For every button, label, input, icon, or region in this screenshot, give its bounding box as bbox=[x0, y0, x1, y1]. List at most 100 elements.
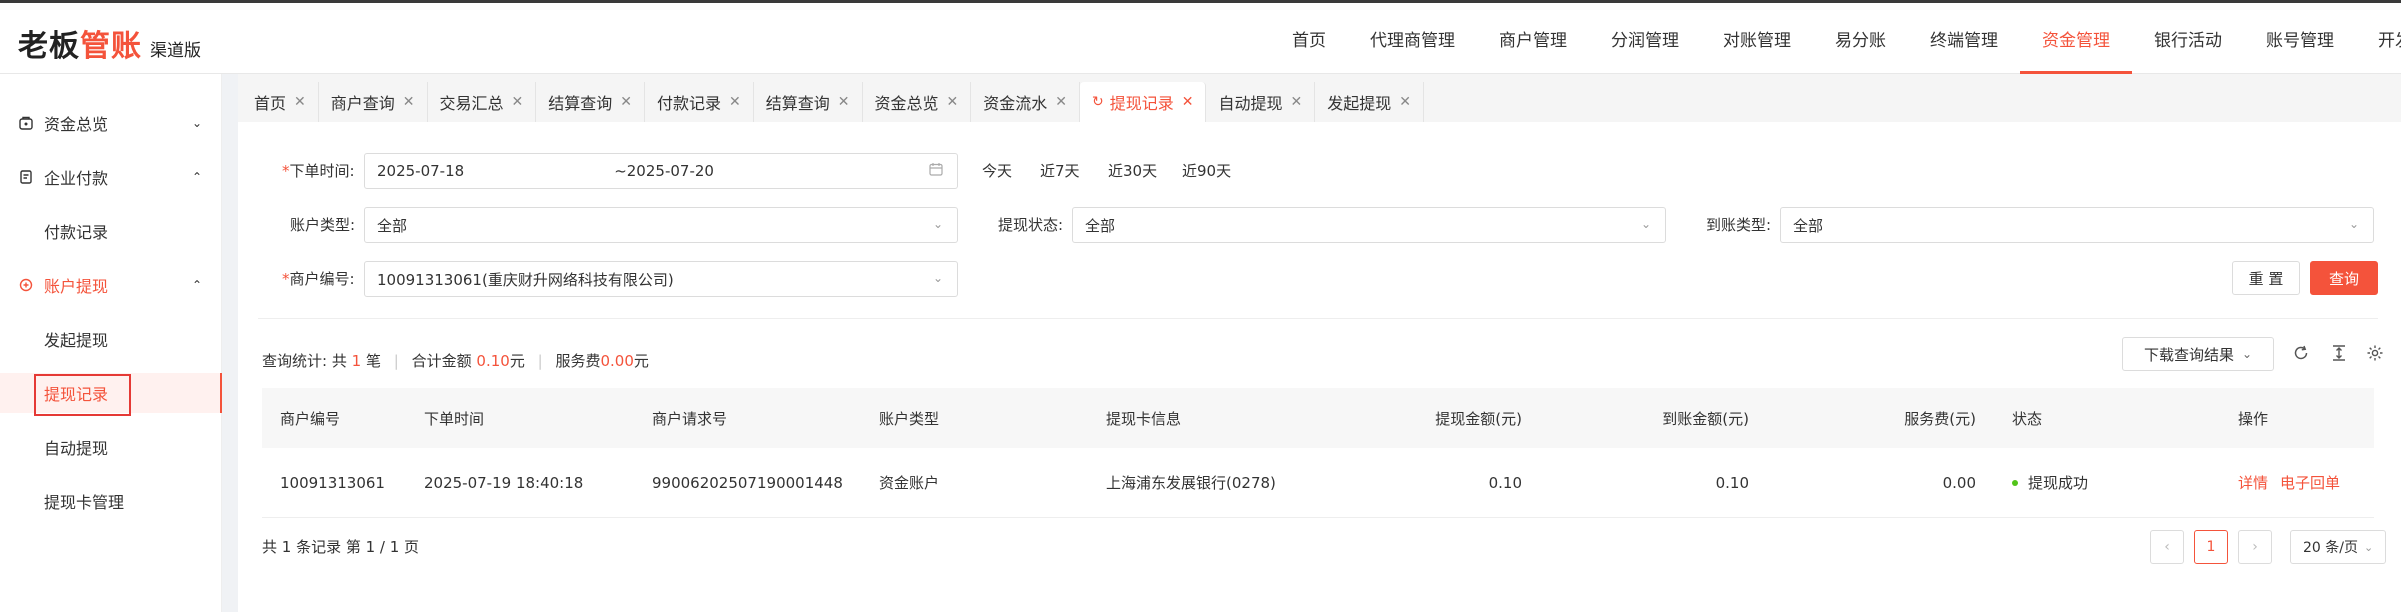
tab-label: 交易汇总 bbox=[439, 94, 504, 113]
close-icon[interactable]: ✕ bbox=[838, 94, 850, 110]
col-amount: 提现金额(元) bbox=[1435, 409, 1522, 428]
tab-label: 首页 bbox=[254, 94, 287, 113]
quick-30-days[interactable]: 近30天 bbox=[1108, 160, 1157, 181]
close-icon[interactable]: ✕ bbox=[620, 94, 632, 110]
tab-label: 自动提现 bbox=[1218, 94, 1283, 113]
reset-button[interactable]: 重 置 bbox=[2232, 261, 2300, 295]
chevron-down-icon: ⌄ bbox=[932, 217, 943, 231]
receipt-link[interactable]: 电子回单 bbox=[2280, 472, 2340, 493]
merchant-no-select[interactable]: 10091313061(重庆财升网络科技有限公司) ⌄ bbox=[364, 261, 958, 297]
topnav-fund[interactable]: 资金管理 bbox=[2020, 3, 2132, 74]
topnav-profit[interactable]: 分润管理 bbox=[1589, 3, 1701, 74]
sidebar-group-fund[interactable]: 资金总览 ⌄ bbox=[0, 103, 222, 143]
tab-fund-overview[interactable]: 资金总览 ✕ bbox=[863, 82, 972, 122]
top-nav: 首页 代理商管理 商户管理 分润管理 对账管理 易分账 终端管理 资金管理 银行… bbox=[1270, 3, 2401, 74]
table-row: 10091313061 2025-07-19 18:40:18 99006202… bbox=[262, 448, 2374, 518]
main-panel: *下单时间: 2025-07-18 ~ 2025-07-20 今天 近7天 近3… bbox=[238, 122, 2401, 612]
tab-fund-flow[interactable]: 资金流水 ✕ bbox=[971, 82, 1080, 122]
chevron-up-icon: ⌃ bbox=[191, 170, 202, 184]
tab-label: 资金总览 bbox=[874, 94, 939, 113]
prev-page-button[interactable]: ‹ bbox=[2150, 530, 2184, 564]
topnav-split[interactable]: 易分账 bbox=[1813, 3, 1908, 74]
close-icon[interactable]: ✕ bbox=[1291, 94, 1303, 110]
sidebar-item-auto-withdraw[interactable]: 自动提现 bbox=[0, 427, 222, 467]
tab-auto-withdraw[interactable]: 自动提现 ✕ bbox=[1206, 82, 1316, 122]
close-icon[interactable]: ✕ bbox=[403, 94, 415, 110]
topnav-terminal[interactable]: 终端管理 bbox=[1908, 3, 2020, 74]
sidebar-group-label: 资金总览 bbox=[44, 115, 109, 134]
arrival-type-select[interactable]: 全部 ⌄ bbox=[1780, 207, 2374, 243]
topnav-bank[interactable]: 银行活动 bbox=[2132, 3, 2244, 74]
topnav-account[interactable]: 账号管理 bbox=[2244, 3, 2356, 74]
download-label: 下载查询结果 bbox=[2143, 345, 2234, 364]
highlight-box bbox=[34, 374, 131, 416]
sidebar-item-withdraw-records[interactable]: 提现记录 bbox=[0, 373, 222, 416]
quick-90-days[interactable]: 近90天 bbox=[1182, 160, 1231, 181]
col-request-no: 商户请求号 bbox=[652, 409, 728, 428]
pagination-summary: 共 1 条记录 第 1 / 1 页 bbox=[262, 538, 420, 556]
quick-today[interactable]: 今天 bbox=[982, 160, 1012, 181]
arrival-type-label: 到账类型: bbox=[1706, 216, 1772, 234]
date-end: 2025-07-20 bbox=[626, 162, 714, 180]
column-height-icon[interactable] bbox=[2330, 344, 2348, 367]
brand-accent-text: 管账 bbox=[80, 29, 142, 64]
sidebar-group-withdraw[interactable]: 账户提现 ⌃ bbox=[0, 265, 222, 305]
brand-sub-text: 渠道版 bbox=[150, 41, 201, 61]
refresh-icon[interactable] bbox=[2292, 344, 2310, 367]
sidebar-item-start-withdraw[interactable]: 发起提现 bbox=[0, 319, 222, 359]
col-order-time: 下单时间 bbox=[424, 409, 485, 428]
tab-pay-records[interactable]: 付款记录 ✕ bbox=[645, 82, 754, 122]
topnav-developer[interactable]: 开发者中心 bbox=[2356, 3, 2401, 74]
close-icon[interactable]: ✕ bbox=[1399, 94, 1411, 110]
withdraw-status-select[interactable]: 全部 ⌄ bbox=[1072, 207, 1666, 243]
chevron-down-icon: ⌄ bbox=[1640, 217, 1651, 231]
sidebar-item-card-manage[interactable]: 提现卡管理 bbox=[0, 481, 222, 521]
close-icon[interactable]: ✕ bbox=[294, 94, 306, 110]
close-icon[interactable]: ✕ bbox=[947, 94, 959, 110]
col-ops: 操作 bbox=[2238, 409, 2269, 428]
tab-trade-summary[interactable]: 交易汇总 ✕ bbox=[428, 82, 537, 122]
tab-withdraw-records[interactable]: ↻ 提现记录 ✕ bbox=[1080, 82, 1207, 122]
tab-label: 结算查询 bbox=[765, 94, 830, 113]
date-range-input[interactable]: 2025-07-18 ~ 2025-07-20 bbox=[364, 153, 958, 189]
next-page-button[interactable]: › bbox=[2238, 530, 2272, 564]
chevron-down-icon: ⌄ bbox=[191, 116, 202, 130]
tab-start-withdraw[interactable]: 发起提现 ✕ bbox=[1315, 82, 1424, 122]
tab-settle-query[interactable]: 结算查询 ✕ bbox=[536, 82, 645, 122]
brand-logo[interactable]: 老板 管账 渠道版 bbox=[18, 21, 201, 64]
col-arrival: 到账金额(元) bbox=[1662, 409, 1749, 428]
tabs-bar: 首页 ✕ 商户查询 ✕ 交易汇总 ✕ 结算查询 ✕ 付款记录 ✕ 结算查询 ✕ 资金总览 ✕ … bbox=[238, 74, 2401, 122]
select-value: 全部 bbox=[1085, 216, 1116, 235]
sidebar: 资金总览 ⌄ 企业付款 ⌃ 付款记录 账户提现 ⌃ 发起提现 提现记录 自动提现… bbox=[0, 74, 222, 612]
topnav-agent[interactable]: 代理商管理 bbox=[1348, 3, 1477, 74]
account-type-select[interactable]: 全部 ⌄ bbox=[364, 207, 958, 243]
close-icon[interactable]: ✕ bbox=[1182, 94, 1194, 110]
topnav-home[interactable]: 首页 bbox=[1270, 3, 1348, 74]
select-value: 10091313061(重庆财升网络科技有限公司) bbox=[377, 270, 674, 289]
tab-home[interactable]: 首页 ✕ bbox=[242, 82, 319, 122]
download-results-button[interactable]: 下载查询结果 ⌄ bbox=[2122, 337, 2274, 371]
tab-label: 提现记录 bbox=[1109, 94, 1174, 113]
settings-icon[interactable] bbox=[2366, 344, 2384, 367]
cell-status: 提现成功 bbox=[2012, 448, 2088, 517]
top-header: 老板 管账 渠道版 首页 代理商管理 商户管理 分润管理 对账管理 易分账 终端… bbox=[0, 0, 2401, 74]
topnav-merchant[interactable]: 商户管理 bbox=[1477, 3, 1589, 74]
close-icon[interactable]: ✕ bbox=[1055, 94, 1067, 110]
cell-order-time: 2025-07-19 18:40:18 bbox=[424, 473, 584, 492]
chevron-right-icon: › bbox=[2252, 539, 2258, 555]
quick-7-days[interactable]: 近7天 bbox=[1040, 160, 1080, 181]
close-icon[interactable]: ✕ bbox=[512, 94, 524, 110]
topnav-reconcile[interactable]: 对账管理 bbox=[1701, 3, 1813, 74]
sidebar-item-pay-records[interactable]: 付款记录 bbox=[0, 211, 222, 251]
page-1-button[interactable]: 1 bbox=[2194, 530, 2228, 564]
tab-merchant-query[interactable]: 商户查询 ✕ bbox=[319, 82, 428, 122]
sidebar-group-pay[interactable]: 企业付款 ⌃ bbox=[0, 157, 222, 197]
refresh-icon[interactable]: ↻ bbox=[1092, 94, 1104, 110]
close-icon[interactable]: ✕ bbox=[729, 94, 741, 110]
sidebar-item-label: 提现卡管理 bbox=[44, 493, 125, 512]
tab-settle-query-2[interactable]: 结算查询 ✕ bbox=[754, 82, 863, 122]
tab-label: 结算查询 bbox=[548, 94, 613, 113]
page-size-select[interactable]: 20 条/页 ⌄ bbox=[2290, 530, 2386, 564]
detail-link[interactable]: 详情 bbox=[2238, 472, 2268, 493]
query-button[interactable]: 查询 bbox=[2310, 261, 2378, 295]
